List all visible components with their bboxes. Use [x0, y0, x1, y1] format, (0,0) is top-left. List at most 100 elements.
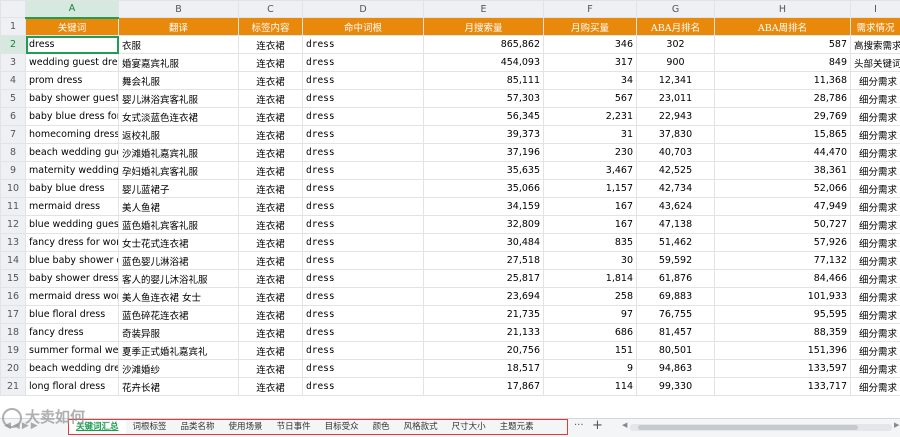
- cell-d[interactable]: dress: [303, 144, 424, 162]
- row-number[interactable]: 7: [1, 126, 26, 144]
- column-letter-c[interactable]: C: [239, 1, 303, 18]
- sheet-tab[interactable]: 节日事件: [270, 420, 318, 434]
- cell-h[interactable]: 133,597: [715, 360, 851, 378]
- more-tabs-button[interactable]: ···: [574, 420, 584, 431]
- row-number[interactable]: 1: [1, 18, 26, 36]
- sheet-tab[interactable]: 颜色: [366, 420, 397, 434]
- cell-h[interactable]: 50,727: [715, 216, 851, 234]
- row-number[interactable]: 15: [1, 270, 26, 288]
- sheet-tab[interactable]: 主题元素: [493, 420, 541, 434]
- sheet-tab[interactable]: 词根标签: [126, 420, 174, 434]
- cell-a[interactable]: blue wedding guest: [26, 216, 119, 234]
- cell-f[interactable]: 31: [544, 126, 637, 144]
- row-number[interactable]: 9: [1, 162, 26, 180]
- cell-i[interactable]: 细分需求: [851, 72, 900, 90]
- scroll-left-icon[interactable]: ◀: [622, 421, 627, 429]
- cell-d[interactable]: dress: [303, 36, 424, 54]
- cell-i[interactable]: 细分需求: [851, 216, 900, 234]
- cell-c[interactable]: 连衣裙: [239, 216, 303, 234]
- cell-e[interactable]: 30,484: [424, 234, 544, 252]
- cell-i[interactable]: 细分需求: [851, 198, 900, 216]
- cell-a[interactable]: summer formal wedd: [26, 342, 119, 360]
- cell-e[interactable]: 85,111: [424, 72, 544, 90]
- header-cell[interactable]: 需求情况: [851, 18, 900, 36]
- cell-e[interactable]: 35,635: [424, 162, 544, 180]
- cell-g[interactable]: 94,863: [637, 360, 715, 378]
- cell-h[interactable]: 587: [715, 36, 851, 54]
- cell-d[interactable]: dress: [303, 234, 424, 252]
- sheet-tab[interactable]: 使用场景: [222, 420, 270, 434]
- sheet-tab[interactable]: 风格款式: [397, 420, 445, 434]
- header-cell[interactable]: 关键词: [26, 18, 119, 36]
- sheet-tab[interactable]: 尺寸大小: [445, 420, 493, 434]
- cell-f[interactable]: 2,231: [544, 108, 637, 126]
- cell-e[interactable]: 27,518: [424, 252, 544, 270]
- add-sheet-button[interactable]: +: [592, 418, 603, 433]
- cell-d[interactable]: dress: [303, 360, 424, 378]
- row-number[interactable]: 19: [1, 342, 26, 360]
- cell-i[interactable]: 细分需求: [851, 180, 900, 198]
- cell-h[interactable]: 15,865: [715, 126, 851, 144]
- cell-h[interactable]: 77,132: [715, 252, 851, 270]
- cell-h[interactable]: 95,595: [715, 306, 851, 324]
- cell-i[interactable]: 细分需求: [851, 162, 900, 180]
- column-letter-g[interactable]: G: [637, 1, 715, 18]
- cell-d[interactable]: dress: [303, 342, 424, 360]
- cell-g[interactable]: 12,341: [637, 72, 715, 90]
- row-number[interactable]: 5: [1, 90, 26, 108]
- cell-f[interactable]: 30: [544, 252, 637, 270]
- row-number[interactable]: 11: [1, 198, 26, 216]
- cell-b[interactable]: 婴儿淋浴宾客礼服: [119, 90, 239, 108]
- cell-b[interactable]: 夏季正式婚礼嘉宾礼: [119, 342, 239, 360]
- cell-c[interactable]: 连衣裙: [239, 126, 303, 144]
- cell-e[interactable]: 25,817: [424, 270, 544, 288]
- cell-d[interactable]: dress: [303, 162, 424, 180]
- cell-g[interactable]: 69,883: [637, 288, 715, 306]
- column-letter-b[interactable]: B: [119, 1, 239, 18]
- cell-c[interactable]: 连衣裙: [239, 162, 303, 180]
- cell-f[interactable]: 686: [544, 324, 637, 342]
- cell-h[interactable]: 151,396: [715, 342, 851, 360]
- cell-b[interactable]: 返校礼服: [119, 126, 239, 144]
- cell-c[interactable]: 连衣裙: [239, 306, 303, 324]
- cell-b[interactable]: 沙滩婚纱: [119, 360, 239, 378]
- column-letter-d[interactable]: D: [303, 1, 424, 18]
- cell-d[interactable]: dress: [303, 108, 424, 126]
- row-number[interactable]: 3: [1, 54, 26, 72]
- cell-i[interactable]: 细分需求: [851, 90, 900, 108]
- select-all-corner[interactable]: [1, 1, 26, 18]
- cell-h[interactable]: 101,933: [715, 288, 851, 306]
- row-number[interactable]: 8: [1, 144, 26, 162]
- cell-a[interactable]: prom dress: [26, 72, 119, 90]
- cell-c[interactable]: 连衣裙: [239, 144, 303, 162]
- cell-i[interactable]: 细分需求: [851, 126, 900, 144]
- cell-g[interactable]: 80,501: [637, 342, 715, 360]
- cell-b[interactable]: 婚宴嘉宾礼服: [119, 54, 239, 72]
- cell-g[interactable]: 900: [637, 54, 715, 72]
- cell-f[interactable]: 114: [544, 378, 637, 396]
- cell-d[interactable]: dress: [303, 252, 424, 270]
- horizontal-scrollbar[interactable]: [630, 424, 892, 431]
- cell-i[interactable]: 细分需求: [851, 252, 900, 270]
- cell-h[interactable]: 849: [715, 54, 851, 72]
- cell-a[interactable]: dress: [26, 36, 119, 54]
- cell-i[interactable]: 细分需求: [851, 234, 900, 252]
- cell-g[interactable]: 76,755: [637, 306, 715, 324]
- cell-e[interactable]: 32,809: [424, 216, 544, 234]
- cell-h[interactable]: 88,359: [715, 324, 851, 342]
- cell-c[interactable]: 连衣裙: [239, 54, 303, 72]
- cell-a[interactable]: beach wedding dress: [26, 360, 119, 378]
- cell-i[interactable]: 细分需求: [851, 306, 900, 324]
- cell-h[interactable]: 57,926: [715, 234, 851, 252]
- cell-g[interactable]: 302: [637, 36, 715, 54]
- row-number[interactable]: 2: [1, 36, 26, 54]
- cell-d[interactable]: dress: [303, 270, 424, 288]
- cell-a[interactable]: blue baby shower dr: [26, 252, 119, 270]
- cell-b[interactable]: 沙滩婚礼嘉宾礼服: [119, 144, 239, 162]
- cell-f[interactable]: 230: [544, 144, 637, 162]
- cell-f[interactable]: 1,814: [544, 270, 637, 288]
- cell-i[interactable]: 细分需求: [851, 360, 900, 378]
- cell-g[interactable]: 23,011: [637, 90, 715, 108]
- cell-g[interactable]: 42,734: [637, 180, 715, 198]
- sheet-tab[interactable]: 品类名称: [174, 420, 222, 434]
